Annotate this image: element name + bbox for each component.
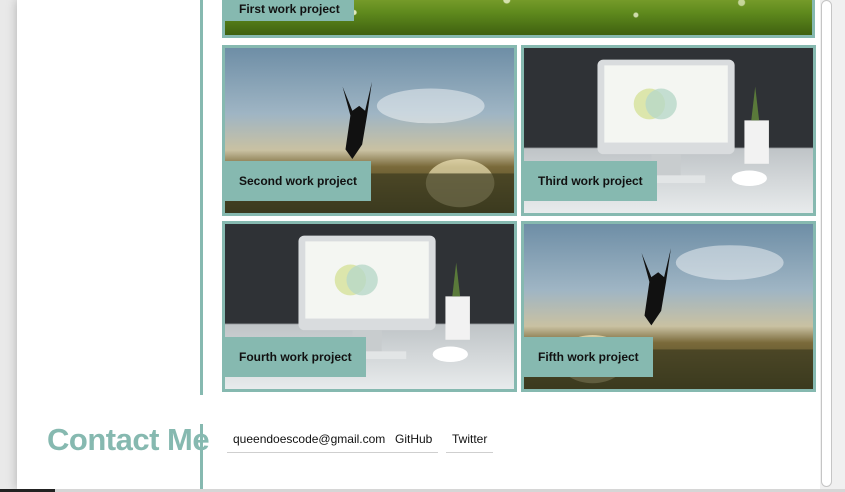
email-link[interactable]: queendoescode@gmail.com <box>227 430 392 453</box>
contact-title: Contact Me <box>47 422 210 457</box>
project-label: Second work project <box>225 161 372 201</box>
scrollbar-thumb[interactable] <box>821 0 832 487</box>
project-label: Third work project <box>524 161 657 201</box>
twitter-link[interactable]: Twitter <box>446 430 494 453</box>
project-tile-first[interactable]: First work project <box>222 0 815 38</box>
project-tile-third[interactable]: Third work project <box>521 45 816 216</box>
project-label: Fourth work project <box>225 337 366 377</box>
project-tile-second[interactable]: Second work project <box>222 45 517 216</box>
project-tile-fifth[interactable]: Fifth work project <box>521 221 816 392</box>
page-content: First work project Second work project T… <box>17 0 820 489</box>
project-label: Fifth work project <box>524 337 653 377</box>
project-label: First work project <box>225 0 354 21</box>
github-link[interactable]: GitHub <box>389 430 439 453</box>
sidebar-divider <box>200 0 203 395</box>
project-tile-fourth[interactable]: Fourth work project <box>222 221 517 392</box>
